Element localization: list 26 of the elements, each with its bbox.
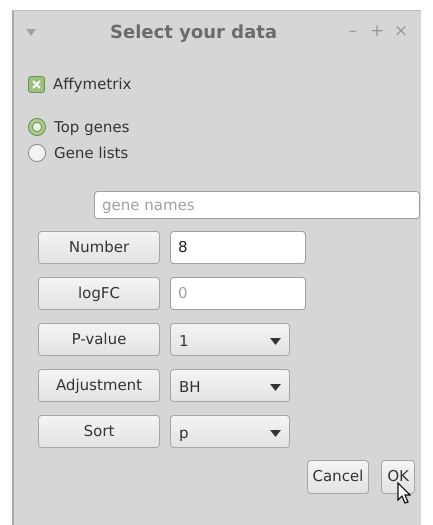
- radio-label: Top genes: [54, 116, 130, 138]
- parameter-button[interactable]: Sort: [38, 414, 160, 448]
- caret-icon: [270, 430, 281, 436]
- caret-icon: [270, 338, 281, 344]
- parameter-field[interactable]: 0: [170, 276, 306, 310]
- menu-icon[interactable]: [26, 28, 36, 36]
- parameter-button[interactable]: P-value: [38, 322, 160, 356]
- window-title: Select your data: [109, 20, 278, 44]
- ok-button[interactable]: OK: [381, 460, 415, 494]
- radio-button[interactable]: [28, 118, 46, 136]
- dropdown[interactable]: BH: [170, 368, 290, 402]
- radio-label: Gene lists: [54, 143, 128, 164]
- dropdown[interactable]: 1: [170, 322, 290, 356]
- dropdown[interactable]: p: [170, 414, 290, 448]
- parameter-field[interactable]: 8: [170, 230, 306, 264]
- parameter-button[interactable]: Adjustment: [38, 368, 160, 402]
- checkbox[interactable]: [28, 76, 45, 93]
- parameter-button[interactable]: Number: [38, 230, 160, 264]
- caret-icon: [270, 384, 281, 390]
- gene-names-field[interactable]: gene names: [94, 190, 420, 218]
- mouse-cursor-icon: [397, 482, 411, 504]
- radio-button[interactable]: [28, 144, 46, 162]
- cross-mark-icon: [32, 80, 41, 89]
- parameter-button[interactable]: logFC: [38, 276, 160, 310]
- cancel-button[interactable]: Cancel: [306, 460, 370, 494]
- checkbox-label: Affymetrix: [53, 74, 132, 95]
